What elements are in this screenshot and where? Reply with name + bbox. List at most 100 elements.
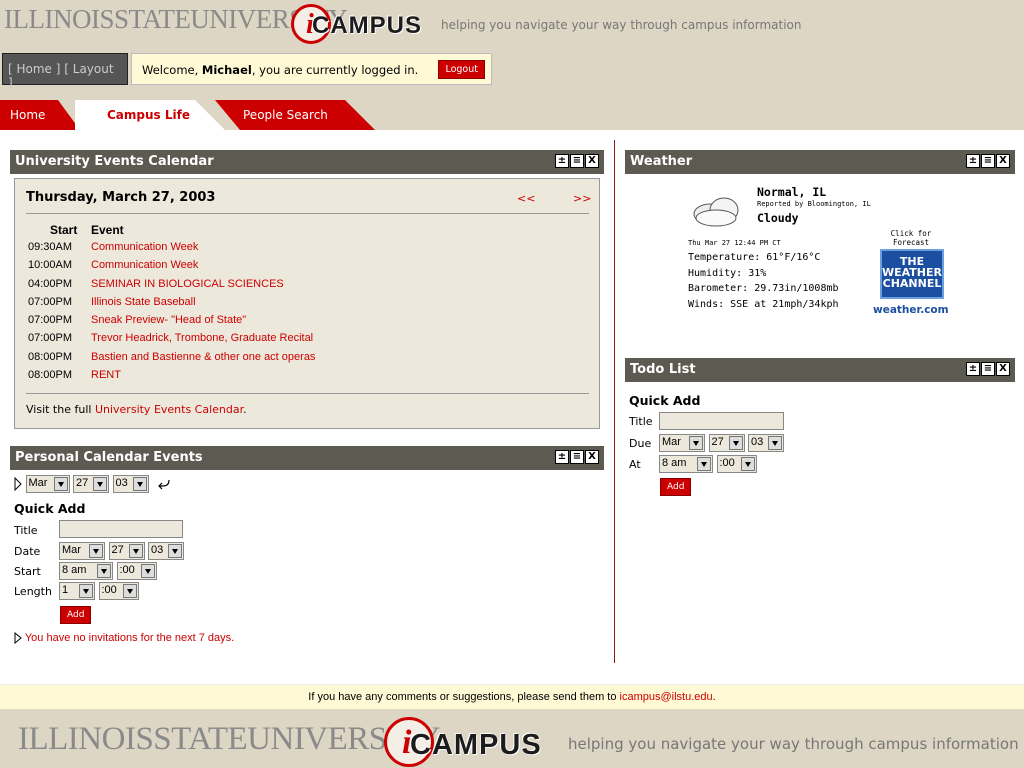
tab-campus-life[interactable]: Campus Life (75, 100, 225, 130)
at-minute-select[interactable]: :00 (716, 455, 757, 473)
event-time: 09:30AM (28, 241, 73, 253)
at-hour-select[interactable]: 8 am (659, 455, 713, 473)
personal-date-nav: Mar 27 03 (14, 475, 172, 493)
twc-line-3: CHANNEL (882, 277, 942, 290)
at-minute-value: :00 (719, 457, 735, 469)
cloud-icon (693, 197, 739, 227)
start-hour-select[interactable]: 8 am (59, 562, 113, 580)
due-month-select[interactable]: Mar (659, 434, 705, 452)
event-time: 04:00PM (28, 277, 73, 290)
user-name: Michael (201, 63, 252, 77)
event-time: 08:00PM (28, 350, 73, 363)
start-minute-select[interactable]: :00 (116, 562, 157, 580)
tab-bar: Home People Search Campus Life (0, 100, 400, 130)
events-footer-period: . (243, 403, 247, 416)
date-day-value: 27 (111, 544, 124, 556)
event-link[interactable]: Sneak Preview- "Head of State" (91, 314, 246, 326)
personal-start-selects: 8 am :00 (59, 562, 157, 580)
next-day-link[interactable]: >> (573, 192, 591, 205)
prev-day-link[interactable]: << (517, 192, 535, 205)
due-day-select[interactable]: 27 (708, 434, 745, 452)
weather-channel-logo[interactable]: THE WEATHER CHANNEL (880, 249, 944, 299)
event-link[interactable]: Communication Week (91, 241, 198, 253)
column-header-start: Start (50, 223, 78, 237)
personal-title-input[interactable] (59, 520, 183, 538)
minimize-icon[interactable]: ± (966, 362, 980, 376)
event-link[interactable]: Trevor Headrick, Trombone, Graduate Reci… (91, 332, 313, 344)
todo-add-button[interactable]: Add (660, 478, 692, 496)
nav-year-select[interactable]: 03 (112, 475, 149, 493)
feedback-bar: If you have any comments or suggestions,… (0, 684, 1024, 709)
column-divider (614, 140, 615, 663)
length-minute-select[interactable]: :00 (98, 582, 139, 600)
personal-date-selects: Mar 27 03 (59, 542, 184, 560)
event-link[interactable]: Bastien and Bastienne & other one act op… (91, 351, 315, 363)
event-time: 07:00PM (28, 295, 73, 308)
minimize-icon[interactable]: ± (555, 450, 569, 464)
close-icon[interactable]: X (585, 154, 599, 168)
due-year-select[interactable]: 03 (748, 434, 784, 452)
event-link[interactable]: Communication Week (91, 259, 198, 271)
minimize-icon[interactable]: ± (555, 154, 569, 168)
event-link[interactable]: SEMINAR IN BIOLOGICAL SCIENCES (91, 278, 284, 290)
events-list: 09:30AM Communication Week 10:00AM Communic… (28, 241, 315, 387)
feedback-email-link[interactable]: icampus@ilstu.edu (620, 691, 713, 703)
weather-com-link[interactable]: weather.com (873, 304, 949, 316)
events-footer: Visit the full University Events Calenda… (26, 403, 247, 416)
welcome-suffix: , you are currently logged in. (251, 63, 419, 77)
date-day-select[interactable]: 27 (108, 542, 145, 560)
nav-year-value: 03 (115, 477, 128, 489)
invitations-row[interactable]: You have no invitations for the next 7 d… (14, 632, 234, 645)
column-header-event: Event (91, 223, 124, 237)
event-time: 10:00AM (28, 259, 73, 272)
expand-triangle-icon (14, 632, 22, 645)
event-link[interactable]: Illinois State Baseball (91, 296, 196, 308)
weather-time: Thu Mar 27 12:44 PM CT (688, 239, 781, 247)
tab-home[interactable]: Home (0, 100, 80, 130)
close-icon[interactable]: X (996, 154, 1010, 168)
edit-icon[interactable]: ≡ (570, 154, 584, 168)
edit-icon[interactable]: ≡ (981, 362, 995, 376)
todo-title-label: Title (629, 415, 653, 428)
logout-button[interactable]: Logout (438, 60, 485, 79)
event-link[interactable]: RENT (91, 369, 121, 381)
date-year-select[interactable]: 03 (148, 542, 184, 560)
length-hour-value: 1 (62, 584, 69, 596)
edit-icon[interactable]: ≡ (981, 154, 995, 168)
site-header: ILLINOISSTATEUNIVERSITY i CAMPUS helping… (0, 0, 1024, 130)
divider (26, 213, 589, 214)
full-calendar-link[interactable]: University Events Calendar (95, 403, 243, 416)
tab-people-search[interactable]: People Search (215, 100, 375, 130)
tagline: helping you navigate your way through ca… (441, 18, 802, 32)
home-link[interactable]: [ Home ] (8, 62, 60, 76)
todo-due-selects: Mar 27 03 (659, 434, 784, 452)
nav-day-select[interactable]: 27 (73, 475, 109, 493)
edit-icon[interactable]: ≡ (570, 450, 584, 464)
todo-title-input[interactable] (659, 412, 784, 430)
nav-month-select[interactable]: Mar (25, 475, 70, 493)
forecast-link-text[interactable]: Click for Forecast (878, 229, 944, 247)
nav-day-value: 27 (76, 477, 89, 489)
close-icon[interactable]: X (996, 362, 1010, 376)
welcome-box: Welcome, Michael, you are currently logg… (131, 53, 492, 85)
date-month-select[interactable]: Mar (59, 542, 105, 560)
title-label: Title (14, 524, 38, 537)
icampus-wordmark: CAMPUS (312, 12, 423, 39)
event-row: 07:00PM Trevor Headrick, Trombone, Gradua… (28, 332, 315, 350)
close-icon[interactable]: X (585, 450, 599, 464)
weather-title: Weather (630, 154, 693, 169)
events-calendar-box: Thursday, March 27, 2003 << >> Start Eve… (14, 178, 600, 429)
personal-quick-add-title: Quick Add (14, 501, 86, 516)
minimize-icon[interactable]: ± (966, 154, 980, 168)
weather-city: Normal, IL (757, 185, 827, 199)
feedback-text: If you have any comments or suggestions,… (308, 691, 620, 703)
footer-isu-logo[interactable]: ILLINOISSTATEUNIVERSITY (18, 721, 441, 758)
go-arrow-icon[interactable] (156, 477, 172, 491)
weather-barometer: Barometer: 29.73in/1008mb (688, 283, 839, 294)
start-label: Start (14, 565, 41, 578)
expand-triangle-icon[interactable] (14, 476, 22, 492)
length-hour-select[interactable]: 1 (59, 582, 95, 600)
personal-title: Personal Calendar Events (15, 450, 203, 465)
personal-add-button[interactable]: Add (60, 606, 92, 624)
event-time: 07:00PM (28, 332, 73, 345)
